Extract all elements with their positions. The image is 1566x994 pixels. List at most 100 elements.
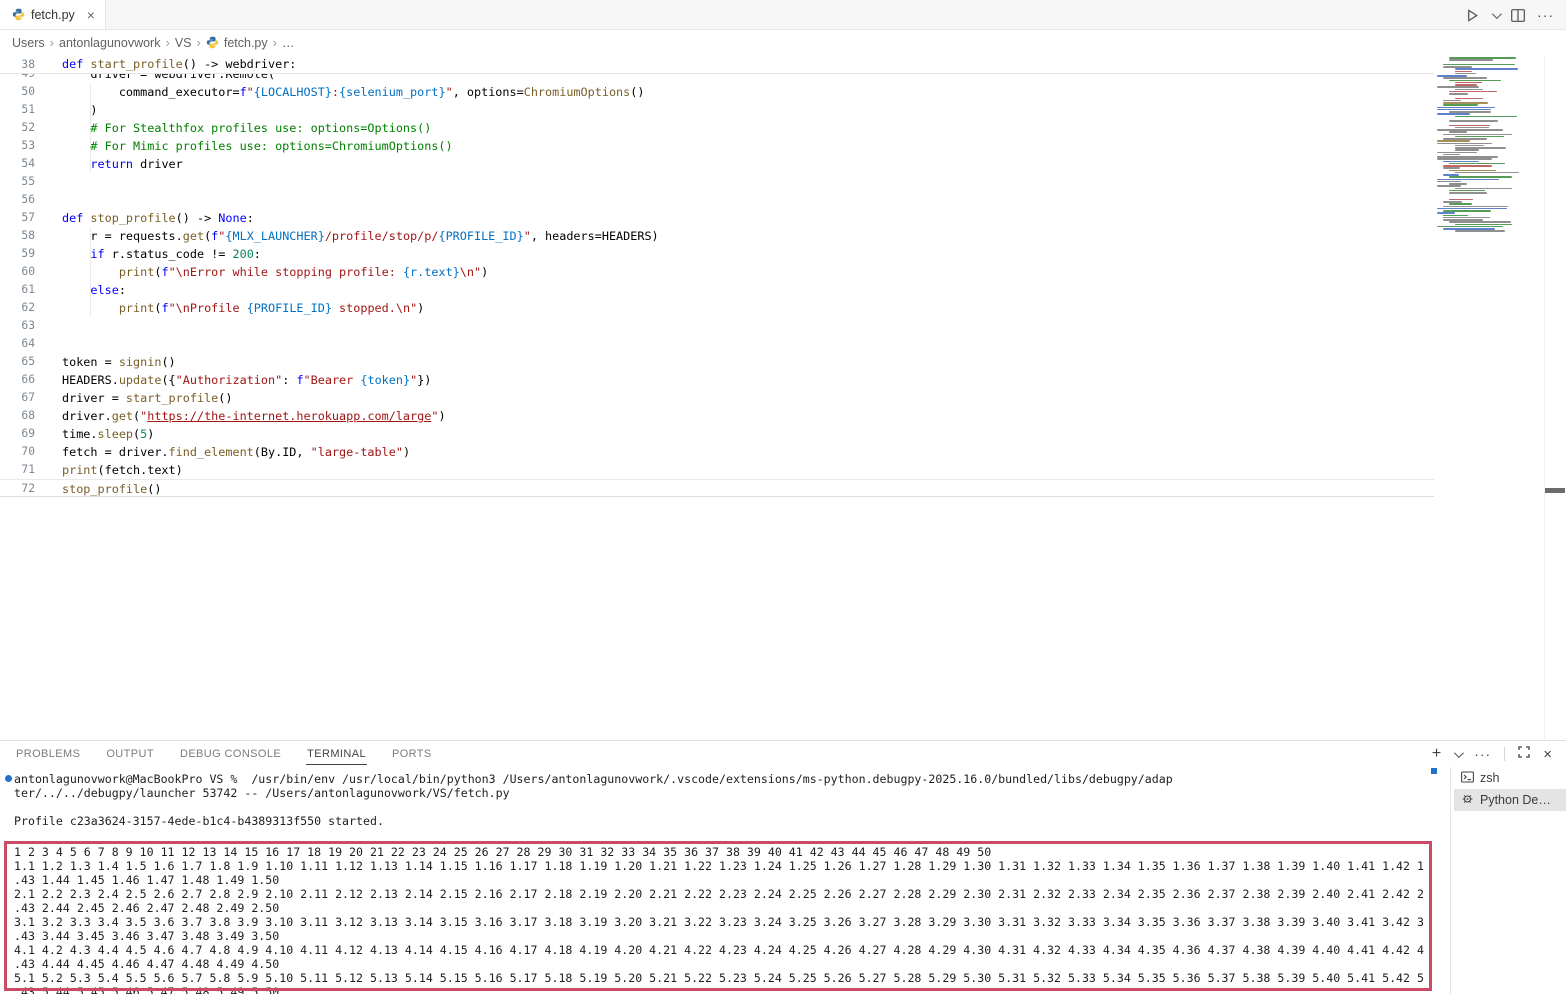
sticky-scroll-line[interactable]: 38def start_profile() -> webdriver:: [0, 55, 1434, 74]
terminal-line: Profile c23a3624-3157-4ede-b1c4-b4389313…: [14, 814, 1448, 828]
line-number[interactable]: 38: [0, 55, 35, 74]
code-text: driver.get("https://the-internet.herokua…: [62, 407, 446, 425]
terminal-line: [14, 828, 1448, 842]
minimap-line: [1449, 80, 1501, 82]
terminal-table-line: .43 5.44 5.45 5.46 5.47 5.48 5.49 5.50: [14, 985, 1448, 994]
minimap-line: [1443, 134, 1512, 136]
line-number[interactable]: 70: [0, 443, 35, 461]
terminal-list-item-label: Python De…: [1480, 793, 1551, 807]
code-line[interactable]: 51 ): [0, 101, 1434, 119]
line-number[interactable]: 71: [0, 461, 35, 479]
terminal-list-item-zsh[interactable]: zsh: [1454, 767, 1566, 789]
line-number[interactable]: 55: [0, 173, 35, 191]
code-line[interactable]: 69time.sleep(5): [0, 425, 1434, 443]
line-number[interactable]: 67: [0, 389, 35, 407]
code-line[interactable]: 63: [0, 317, 1434, 335]
code-line[interactable]: 56: [0, 191, 1434, 209]
line-number[interactable]: 65: [0, 353, 35, 371]
minimap-line: [1455, 224, 1512, 226]
line-number[interactable]: 56: [0, 191, 35, 209]
line-number[interactable]: 63: [0, 317, 35, 335]
code-line[interactable]: 54 return driver: [0, 155, 1434, 173]
line-number[interactable]: 61: [0, 281, 35, 299]
line-number[interactable]: 69: [0, 425, 35, 443]
code-line[interactable]: 58 r = requests.get(f"{MLX_LAUNCHER}/pro…: [0, 227, 1434, 245]
line-number[interactable]: 59: [0, 245, 35, 263]
line-number[interactable]: 62: [0, 299, 35, 317]
breadcrumb-item[interactable]: …: [282, 36, 295, 50]
line-number[interactable]: 64: [0, 335, 35, 353]
code-line[interactable]: 59 if r.status_code != 200:: [0, 245, 1434, 263]
terminal-table-output: 1 2 3 4 5 6 7 8 9 10 11 12 13 14 15 16 1…: [14, 845, 1448, 994]
command-decoration-dot[interactable]: [5, 775, 12, 782]
code-line[interactable]: 50 command_executor=f"{LOCALHOST}:{selen…: [0, 83, 1434, 101]
line-number[interactable]: 52: [0, 119, 35, 137]
minimap-line: [1437, 143, 1492, 145]
terminal-sash[interactable]: [1450, 767, 1451, 994]
line-number[interactable]: 72: [0, 480, 35, 498]
line-number[interactable]: 57: [0, 209, 35, 227]
split-editor-icon[interactable]: [1511, 9, 1525, 22]
overview-ruler[interactable]: [1544, 55, 1566, 740]
line-number[interactable]: 50: [0, 83, 35, 101]
python-icon: [12, 8, 25, 21]
vscode-window: fetch.py × ··· Users›antonlagunovwork›VS…: [0, 0, 1566, 994]
terminal-list-item-pythonde[interactable]: Python De…: [1454, 789, 1566, 811]
code-line[interactable]: 53 # For Mimic profiles use: options=Chr…: [0, 137, 1434, 155]
code-text: r = requests.get(f"{MLX_LAUNCHER}/profil…: [62, 227, 659, 245]
code-line[interactable]: 57def stop_profile() -> None:: [0, 209, 1434, 227]
breadcrumb-item[interactable]: fetch.py: [224, 36, 268, 50]
close-panel-icon[interactable]: ×: [1543, 747, 1552, 762]
tab-fetch-py[interactable]: fetch.py ×: [0, 0, 106, 29]
code-line[interactable]: 72stop_profile(): [0, 479, 1434, 497]
breadcrumb-item[interactable]: antonlagunovwork: [59, 36, 160, 50]
code-line[interactable]: 55: [0, 173, 1434, 191]
code-text: driver = start_profile(): [62, 389, 232, 407]
panel-tab-problems[interactable]: PROBLEMS: [15, 744, 81, 764]
code-line[interactable]: 66HEADERS.update({"Authorization": f"Bea…: [0, 371, 1434, 389]
code-line[interactable]: 70fetch = driver.find_element(By.ID, "la…: [0, 443, 1434, 461]
minimap-line: [1443, 77, 1487, 79]
minimap-line: [1437, 197, 1533, 199]
terminal-output[interactable]: antonlagunovwork@MacBookPro VS % /usr/bi…: [0, 767, 1448, 994]
run-button-icon[interactable]: [1465, 8, 1480, 23]
code-line[interactable]: 64: [0, 335, 1434, 353]
code-editor[interactable]: 49 driver = webdriver.Remote(50 command_…: [0, 55, 1566, 740]
terminal-table-line: .43 1.44 1.45 1.46 1.47 1.48 1.49 1.50: [14, 873, 1448, 887]
panel-tab-debug-console[interactable]: DEBUG CONSOLE: [179, 744, 282, 764]
code-line[interactable]: 67 driver = start_profile(): [0, 389, 1434, 407]
line-number[interactable]: 68: [0, 407, 35, 425]
chevron-down-icon[interactable]: [1492, 9, 1502, 19]
breadcrumb-item[interactable]: Users: [12, 36, 45, 50]
line-number[interactable]: 51: [0, 101, 35, 119]
more-actions-icon[interactable]: ···: [1474, 746, 1491, 762]
panel-tab-ports[interactable]: PORTS: [391, 744, 433, 764]
maximize-panel-icon[interactable]: [1518, 745, 1530, 763]
line-number[interactable]: 60: [0, 263, 35, 281]
breadcrumb-item[interactable]: VS: [175, 36, 192, 50]
new-terminal-icon[interactable]: +: [1432, 746, 1441, 762]
code-line[interactable]: 61 else:: [0, 281, 1434, 299]
minimap-line: [1449, 203, 1472, 205]
code-line[interactable]: 68 driver.get("https://the-internet.herok…: [0, 407, 1434, 425]
launch-profile-chevron-icon[interactable]: [1454, 748, 1464, 758]
close-icon[interactable]: ×: [87, 8, 95, 22]
minimap-line: [1449, 93, 1468, 95]
code-line[interactable]: 62 print(f"\nProfile {PROFILE_ID} stoppe…: [0, 299, 1434, 317]
code-line[interactable]: 60 print(f"\nError while stopping profil…: [0, 263, 1434, 281]
terminal-table-line: 2.1 2.2 2.3 2.4 2.5 2.6 2.7 2.8 2.9 2.10…: [14, 887, 1448, 901]
panel-tab-output[interactable]: OUTPUT: [105, 744, 155, 764]
line-number[interactable]: 58: [0, 227, 35, 245]
code-line[interactable]: 71 print(fetch.text): [0, 461, 1434, 479]
more-actions-icon[interactable]: ···: [1537, 7, 1554, 23]
minimap-line: [1449, 59, 1493, 61]
code-text: print(fetch.text): [62, 461, 183, 479]
line-number[interactable]: 53: [0, 137, 35, 155]
code-line[interactable]: 65token = signin(): [0, 353, 1434, 371]
line-number[interactable]: 66: [0, 371, 35, 389]
line-number[interactable]: 54: [0, 155, 35, 173]
minimap-line: [1455, 188, 1512, 190]
panel-tab-terminal[interactable]: TERMINAL: [306, 744, 367, 765]
code-line[interactable]: 52 # For Stealthfox profiles use: option…: [0, 119, 1434, 137]
minimap[interactable]: [1437, 57, 1533, 737]
